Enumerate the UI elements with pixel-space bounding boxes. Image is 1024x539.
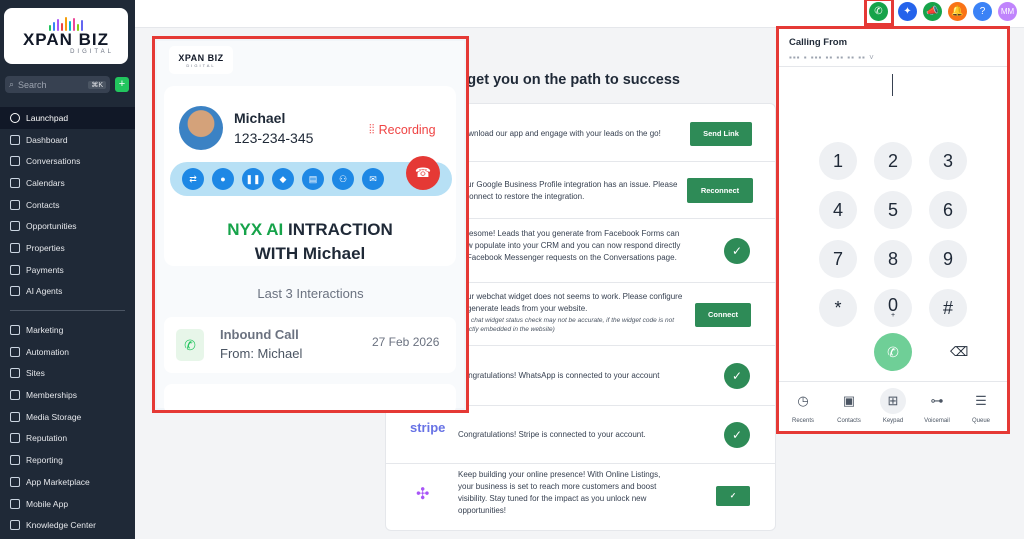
sidebar-item-automation[interactable]: Automation [0,341,135,363]
stripe-logo: stripe [410,420,446,435]
list-item: ✣ Keep building your online presence! Wi… [386,464,775,530]
memberships-icon [10,390,20,401]
grid-icon [10,476,20,487]
check-icon: ✓ [724,422,750,448]
check-icon: ✓ [724,238,750,264]
quick-add-button[interactable]: + [115,77,129,92]
network-icon: ✣ [416,486,430,503]
list-item: stripe Congratulations! Stripe is connec… [386,406,775,464]
app-root: XPAN BIZ DIGITAL ⌕ Search ⌘K + Launchpad… [0,0,1024,539]
contacts-icon [10,199,20,210]
check-button[interactable]: ✓ [716,486,750,506]
sidebar-item-reputation[interactable]: Reputation [0,428,135,450]
logo-bars-icon [49,17,83,31]
user-avatar[interactable]: MM [998,2,1017,21]
home-icon [10,242,20,253]
top-bar: ✆ ✦ 📣 🔔 ? MM [135,0,1024,28]
sidebar-item-dashboard[interactable]: Dashboard [0,129,135,151]
trend-icon [10,455,20,466]
connect-button[interactable]: Connect [695,303,751,327]
sites-icon [10,368,20,379]
highlight-box-overlay [152,36,469,413]
sidebar-item-properties[interactable]: Properties [0,237,135,259]
sidebar-item-mobile-app[interactable]: Mobile App [0,493,135,515]
sidebar-nav: Launchpad Dashboard Conversations Calend… [0,107,135,536]
sidebar-item-memberships[interactable]: Memberships [0,384,135,406]
launchpad-icon [10,112,20,123]
info-icon [10,520,20,531]
sidebar: XPAN BIZ DIGITAL ⌕ Search ⌘K + Launchpad… [0,0,135,539]
sidebar-item-calendars[interactable]: Calendars [0,172,135,194]
sidebar-divider [10,310,125,312]
search-placeholder: Search [18,79,47,90]
search-shortcut: ⌘K [88,80,106,89]
brand-sub: DIGITAL [70,49,114,55]
megaphone-icon[interactable]: 📣 [923,2,942,21]
magic-icon[interactable]: ✦ [898,2,917,21]
sidebar-item-conversations[interactable]: Conversations [0,150,135,172]
sidebar-item-ai-agents[interactable]: AI Agents [0,281,135,303]
highlight-box-dialer [776,26,1010,434]
bell-icon[interactable]: 🔔 [948,2,967,21]
help-icon[interactable]: ? [973,2,992,21]
payments-icon [10,264,20,275]
sidebar-item-media-storage[interactable]: Media Storage [0,406,135,428]
opportunities-icon [10,221,20,232]
search-icon: ⌕ [9,79,15,89]
sidebar-item-reporting[interactable]: Reporting [0,449,135,471]
sidebar-item-marketing[interactable]: Marketing [0,319,135,341]
sidebar-item-opportunities[interactable]: Opportunities [0,215,135,237]
send-link-button[interactable]: Send Link [690,122,752,146]
dashboard-icon [10,134,20,145]
sidebar-item-launchpad[interactable]: Launchpad [0,107,135,129]
sidebar-item-contacts[interactable]: Contacts [0,194,135,216]
sparkle-icon [10,286,20,297]
calendar-icon [10,177,20,188]
phone-icon[interactable]: ✆ [869,2,888,21]
automation-icon [10,346,20,357]
brand-name: XPAN BIZ [22,30,110,49]
brand-logo[interactable]: XPAN BIZ DIGITAL [4,8,128,64]
sidebar-item-sites[interactable]: Sites [0,363,135,385]
sidebar-item-app-marketplace[interactable]: App Marketplace [0,471,135,493]
sidebar-item-payments[interactable]: Payments [0,259,135,281]
check-icon: ✓ [724,363,750,389]
sidebar-item-knowledge-center[interactable]: Knowledge Center [0,514,135,536]
send-icon [10,325,20,336]
search-input[interactable]: ⌕ Search ⌘K [5,76,110,93]
reconnect-button[interactable]: Reconnect [687,178,753,203]
star-icon [10,433,20,444]
mobile-icon [10,498,20,509]
chat-icon [10,156,20,167]
media-icon [10,411,20,422]
